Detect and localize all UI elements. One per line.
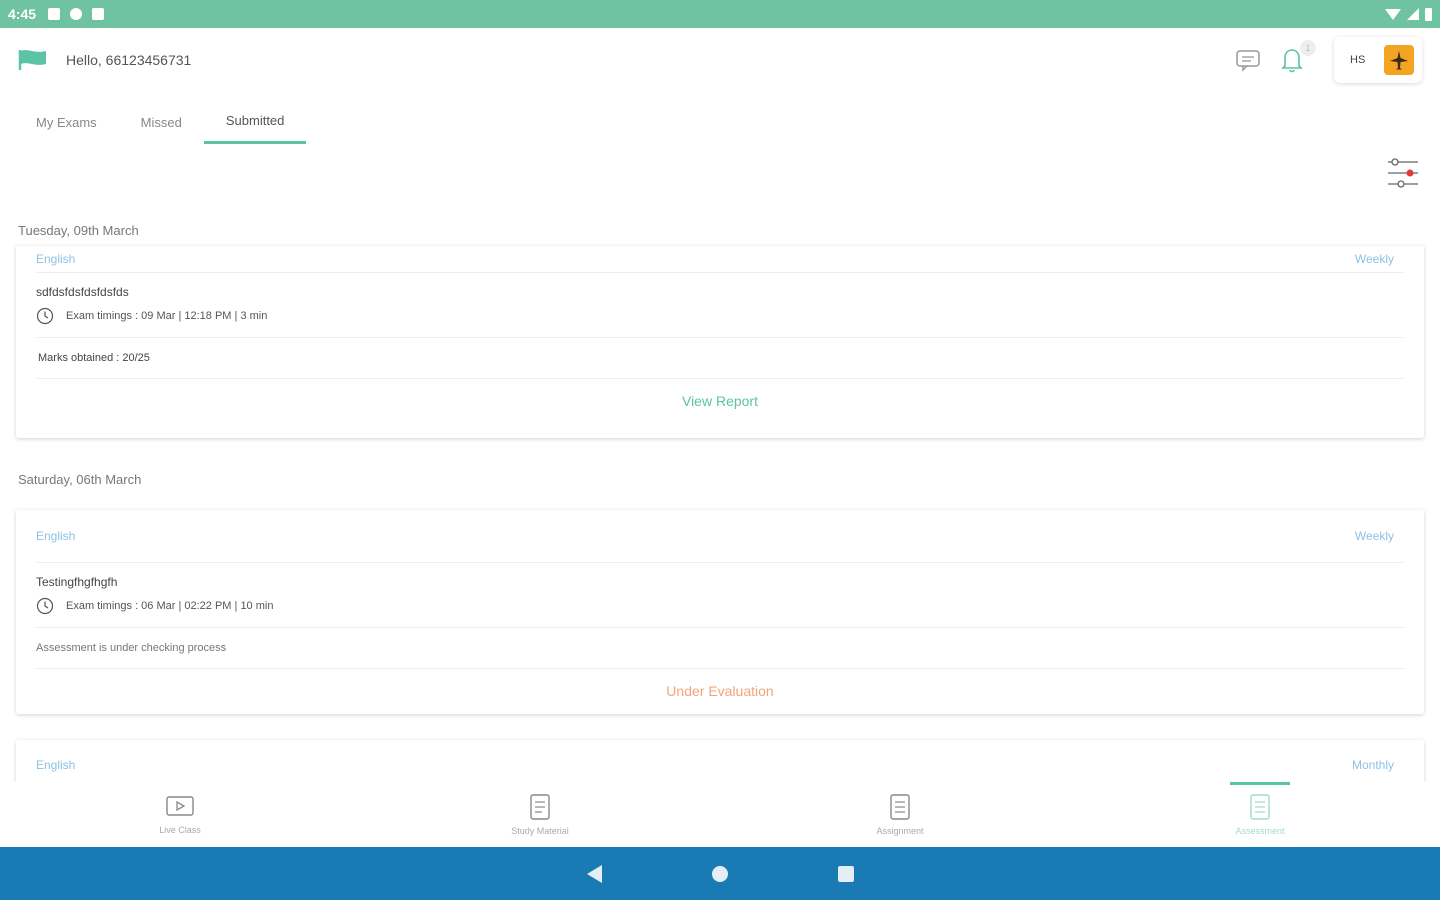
nav-label: Assignment	[876, 825, 924, 836]
signal-icon	[1407, 8, 1419, 20]
evaluation-note: Assessment is under checking process	[36, 642, 227, 654]
nav-label: Study Material	[511, 825, 569, 836]
frequency-label: Monthly	[1351, 758, 1394, 772]
notification-badge: 1	[1300, 40, 1316, 56]
exam-card: English Weekly Testingfhgfhgfh Exam timi…	[16, 510, 1424, 714]
view-report-button[interactable]: View Report	[16, 379, 1424, 423]
section-date: Saturday, 06th March	[18, 472, 142, 487]
marks-obtained: Marks obtained : 20/25	[38, 352, 150, 364]
battery-icon	[1425, 7, 1432, 21]
bottom-navigation: Live Class Study Material Assignment Ass…	[0, 782, 1440, 847]
profile-button[interactable]: HS	[1334, 37, 1422, 83]
nav-assignment[interactable]: Assignment	[720, 782, 1080, 847]
clock-icon	[36, 307, 54, 325]
nav-assessment[interactable]: Assessment	[1080, 782, 1440, 847]
exam-timing: Exam timings : 09 Mar | 12:18 PM | 3 min	[16, 299, 1424, 325]
active-tab-indicator	[1230, 782, 1290, 785]
frequency-label: Weekly	[1354, 252, 1394, 266]
tab-my-exams[interactable]: My Exams	[0, 100, 119, 144]
subject-label: English	[36, 529, 76, 543]
filter-icon[interactable]	[1386, 156, 1420, 190]
greeting-text: Hello, 66123456731	[66, 52, 192, 68]
exam-title: sdfdsfdsfdsfdsfds	[36, 285, 129, 299]
exam-title: Testingfhgfhgfh	[36, 575, 118, 589]
assessment-icon	[1250, 793, 1270, 820]
play-video-icon	[166, 795, 194, 816]
system-navigation-bar	[0, 847, 1440, 900]
status-bar: 4:45	[0, 0, 1440, 28]
subject-label: English	[36, 758, 76, 772]
wifi-icon	[1385, 8, 1401, 20]
status-time: 4:45	[8, 6, 37, 22]
nav-live-class[interactable]: Live Class	[0, 782, 360, 847]
sd-card-icon	[92, 8, 105, 20]
assignment-icon	[890, 793, 910, 820]
profile-initials: HS	[1350, 54, 1366, 66]
frequency-label: Weekly	[1354, 529, 1394, 543]
exam-card: English Weekly sdfdsfdsfdsfdsfds Exam ti…	[16, 246, 1424, 438]
timing-text: Exam timings : 09 Mar | 12:18 PM | 3 min	[66, 310, 268, 322]
notification-icon	[48, 8, 61, 20]
clock-icon	[36, 597, 54, 615]
exam-card: English Monthly	[16, 740, 1424, 782]
card-header: English Weekly	[16, 246, 1424, 272]
chat-icon[interactable]	[1234, 46, 1262, 74]
recent-apps-icon[interactable]	[837, 865, 854, 882]
app-notification-icon	[70, 8, 83, 20]
under-evaluation-status: Under Evaluation	[666, 683, 774, 699]
exam-tabs: My Exams Missed Submitted	[0, 100, 307, 146]
bell-icon[interactable]: 1	[1278, 40, 1316, 74]
nav-label: Live Class	[159, 824, 201, 835]
tab-missed[interactable]: Missed	[119, 100, 204, 144]
exam-timing: Exam timings : 06 Mar | 02:22 PM | 10 mi…	[16, 589, 1424, 615]
app-header: Hello, 66123456731 1 HS	[0, 28, 1440, 92]
header-actions: 1 HS	[1234, 37, 1422, 83]
nav-study-material[interactable]: Study Material	[360, 782, 720, 847]
airplane-icon	[1390, 51, 1408, 70]
timing-text: Exam timings : 06 Mar | 02:22 PM | 10 mi…	[66, 600, 274, 612]
card-header: English Weekly	[16, 510, 1424, 562]
nav-label: Assessment	[1235, 825, 1285, 836]
status-indicators	[1385, 7, 1432, 21]
tab-submitted[interactable]: Submitted	[203, 100, 307, 144]
section-date: Tuesday, 09th March	[18, 223, 139, 238]
avatar	[1384, 45, 1414, 75]
back-icon[interactable]	[586, 864, 602, 883]
flag-logo-icon	[18, 50, 46, 70]
subject-label: English	[36, 252, 76, 266]
document-icon	[530, 793, 550, 820]
home-icon[interactable]	[711, 865, 728, 882]
